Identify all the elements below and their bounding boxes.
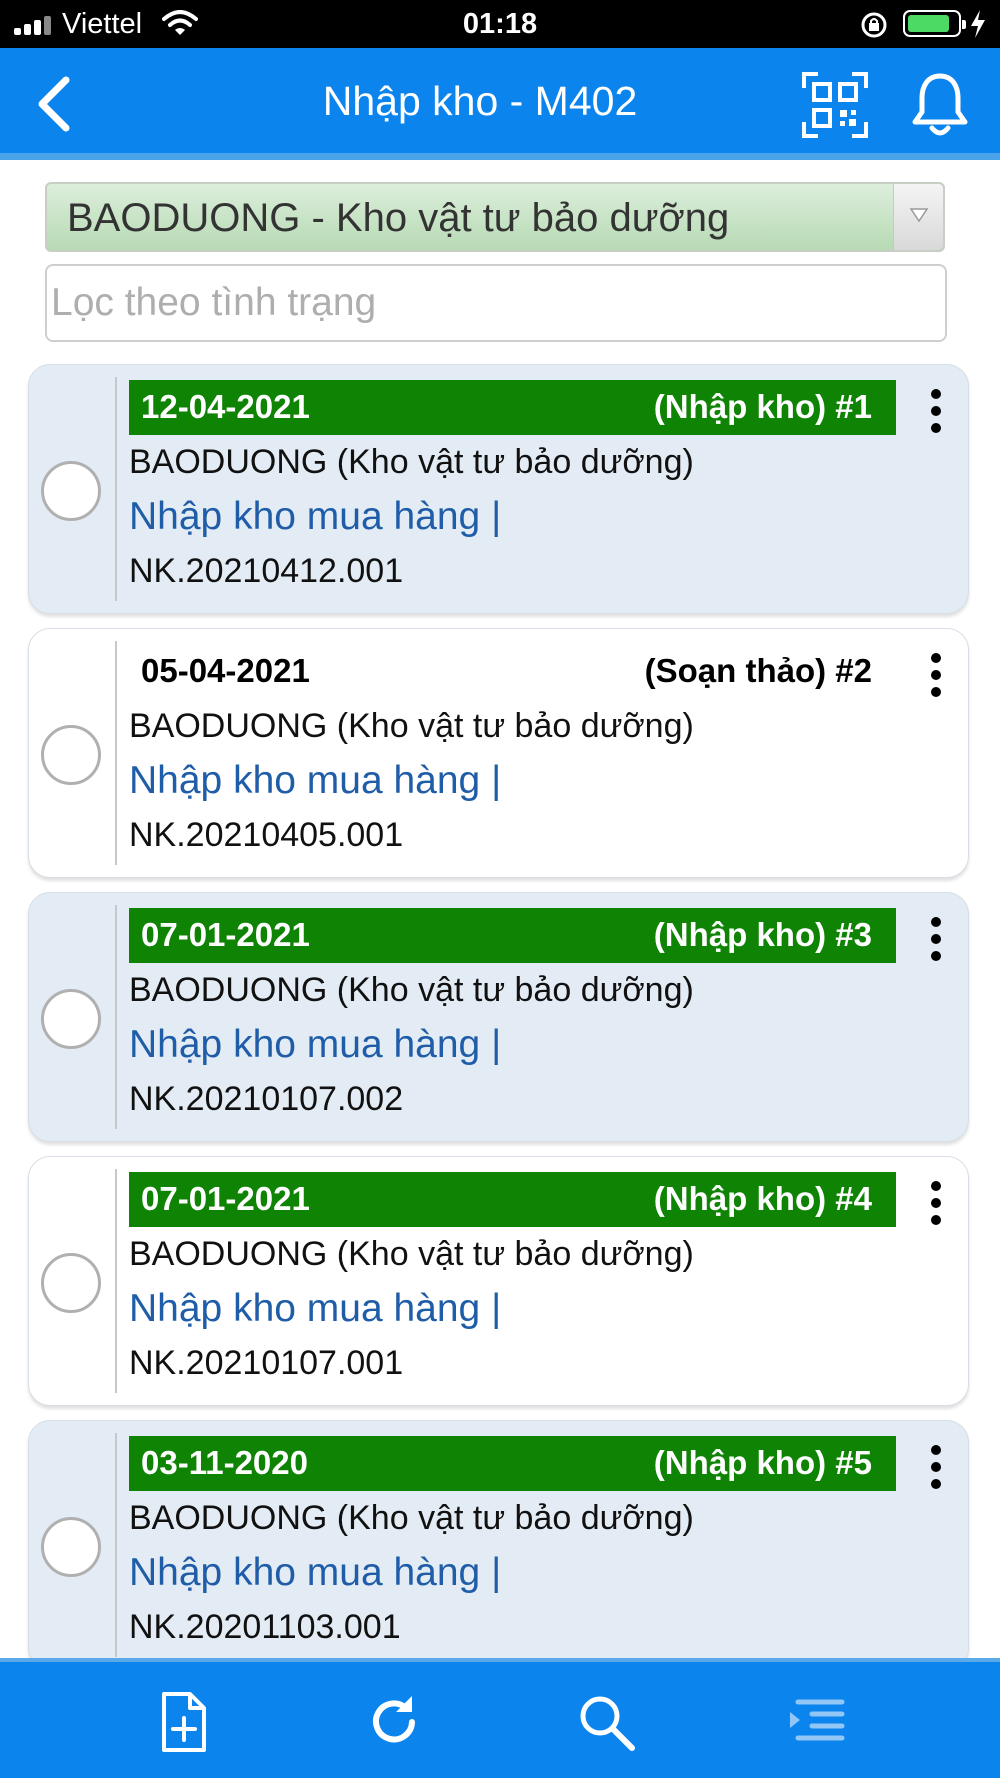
select-radio[interactable]: [41, 725, 101, 785]
record-status: (Soạn thảo) #2: [644, 652, 872, 689]
record-status: (Nhập kho) #4: [653, 1180, 872, 1217]
page-title: Nhập kho - M402: [322, 78, 638, 124]
record-warehouse: BAODUONG (Kho vật tư bảo dưỡng): [129, 707, 694, 745]
qr-scan-icon[interactable]: [802, 72, 868, 138]
list-item[interactable]: 03-11-2020 (Nhập kho) #5 BAODUONG (Kho vật…: [28, 1420, 969, 1660]
select-radio[interactable]: [41, 1253, 101, 1313]
record-header: 07-01-2021 (Nhập kho) #4: [129, 1172, 896, 1227]
record-date: 05-04-2021: [141, 652, 310, 689]
select-radio[interactable]: [41, 1517, 101, 1577]
record-type-link[interactable]: Nhập kho mua hàng |: [129, 1023, 501, 1067]
record-type-link[interactable]: Nhập kho mua hàng |: [129, 759, 501, 803]
record-code: NK.20201103.001: [129, 1608, 401, 1646]
record-warehouse: BAODUONG (Kho vật tư bảo dưỡng): [129, 1235, 694, 1273]
warehouse-select-value: BAODUONG - Kho vật tư bảo dưỡng: [67, 196, 730, 240]
dropdown-toggle[interactable]: [893, 184, 943, 250]
divider: [115, 905, 117, 1129]
warehouse-select[interactable]: BAODUONG - Kho vật tư bảo dưỡng: [45, 182, 945, 252]
charging-bolt-icon: [971, 10, 985, 38]
record-header: 12-04-2021 (Nhập kho) #1: [129, 380, 896, 435]
record-status: (Nhập kho) #3: [653, 916, 872, 953]
record-code: NK.20210107.001: [129, 1344, 404, 1382]
record-warehouse: BAODUONG (Kho vật tư bảo dưỡng): [129, 971, 694, 1009]
record-code: NK.20210405.001: [129, 816, 404, 854]
new-document-icon[interactable]: [152, 1690, 216, 1754]
list-item[interactable]: 07-01-2021 (Nhập kho) #4 BAODUONG (Kho vật…: [28, 1156, 969, 1406]
divider: [115, 1169, 117, 1393]
record-code: NK.20210412.001: [129, 552, 404, 590]
record-date: 12-04-2021: [141, 388, 310, 425]
list-item[interactable]: 07-01-2021 (Nhập kho) #3 BAODUONG (Kho vật…: [28, 892, 969, 1142]
divider: [115, 377, 117, 601]
select-radio[interactable]: [41, 989, 101, 1049]
list-menu-icon[interactable]: [784, 1690, 848, 1754]
record-header: 05-04-2021 (Soạn thảo) #2: [129, 644, 896, 699]
record-type-link[interactable]: Nhập kho mua hàng |: [129, 1551, 501, 1595]
status-filter-input[interactable]: [45, 264, 947, 342]
status-bar: Viettel 01:18: [0, 0, 1000, 48]
refresh-icon[interactable]: [362, 1690, 426, 1754]
more-options-icon[interactable]: [929, 1181, 943, 1225]
record-status: (Nhập kho) #5: [653, 1444, 872, 1481]
record-list[interactable]: 12-04-2021 (Nhập kho) #1 BAODUONG (Kho vật…: [0, 364, 1000, 1660]
list-item[interactable]: 05-04-2021 (Soạn thảo) #2 BAODUONG (Kho vậ…: [28, 628, 969, 878]
app-header: Nhập kho - M402: [0, 48, 1000, 160]
more-options-icon[interactable]: [929, 389, 943, 433]
record-date: 03-11-2020: [141, 1444, 308, 1481]
chevron-down-icon: [910, 208, 928, 222]
search-icon[interactable]: [574, 1690, 638, 1754]
rotation-lock-icon: [861, 12, 887, 38]
bottom-toolbar: [0, 1658, 1000, 1778]
record-date: 07-01-2021: [141, 1180, 310, 1217]
record-date: 07-01-2021: [141, 916, 310, 953]
clock: 01:18: [462, 8, 538, 40]
record-warehouse: BAODUONG (Kho vật tư bảo dưỡng): [129, 1499, 694, 1537]
record-header: 03-11-2020 (Nhập kho) #5: [129, 1436, 896, 1491]
more-options-icon[interactable]: [929, 1445, 943, 1489]
record-warehouse: BAODUONG (Kho vật tư bảo dưỡng): [129, 443, 694, 481]
record-status: (Nhập kho) #1: [653, 388, 872, 425]
record-header: 07-01-2021 (Nhập kho) #3: [129, 908, 896, 963]
back-chevron-icon[interactable]: [30, 72, 80, 136]
record-type-link[interactable]: Nhập kho mua hàng |: [129, 1287, 501, 1331]
battery-icon: [903, 10, 966, 37]
divider: [115, 1433, 117, 1657]
more-options-icon[interactable]: [929, 917, 943, 961]
more-options-icon[interactable]: [929, 653, 943, 697]
record-code: NK.20210107.002: [129, 1080, 404, 1118]
select-radio[interactable]: [41, 461, 101, 521]
bell-icon[interactable]: [910, 70, 970, 140]
record-type-link[interactable]: Nhập kho mua hàng |: [129, 495, 501, 539]
divider: [115, 641, 117, 865]
list-item[interactable]: 12-04-2021 (Nhập kho) #1 BAODUONG (Kho vật…: [28, 364, 969, 614]
